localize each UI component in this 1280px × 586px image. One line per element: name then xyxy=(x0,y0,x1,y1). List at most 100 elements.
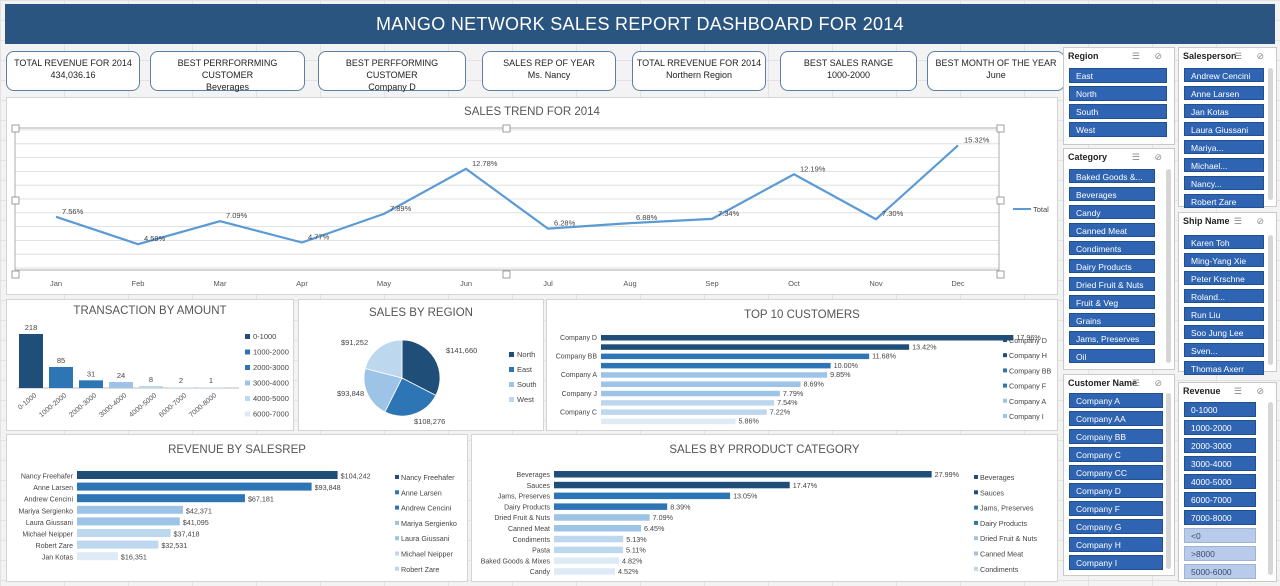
trend-data-label: 12.78% xyxy=(472,159,498,168)
slicer-filter-icon[interactable]: ☰ ⊘ xyxy=(1234,51,1270,62)
slicer-filter-icon[interactable]: ☰ ⊘ xyxy=(1132,152,1168,163)
slicer-item[interactable]: <0 xyxy=(1184,528,1256,543)
top-data-label: 7.79% xyxy=(783,389,804,398)
slicer-item[interactable]: Soo Jung Lee xyxy=(1184,325,1264,339)
slicer-item[interactable]: Thomas Axerr xyxy=(1184,361,1264,375)
slicer-item[interactable]: Dairy Products xyxy=(1069,259,1155,273)
top-bar xyxy=(601,372,828,378)
rep-y-tick: Michael Neipper xyxy=(22,532,73,539)
trend-data-label: 12.19% xyxy=(800,164,826,173)
slicer-item[interactable]: Jan Kotas xyxy=(1184,104,1264,118)
category-panel[interactable]: SALES BY PRRODUCT CATEGORY 27.99% Beverag… xyxy=(471,434,1058,582)
cat-bar xyxy=(554,514,650,521)
tx-legend-label: 3000-4000 xyxy=(253,379,289,388)
slicer-filter-icon[interactable]: ☰ ⊘ xyxy=(1132,378,1168,389)
slicer-item[interactable]: Anne Larsen xyxy=(1184,86,1264,100)
slicer-item[interactable]: Company I xyxy=(1069,555,1163,570)
slicer-item[interactable]: 6000-7000 xyxy=(1184,492,1256,507)
region-panel[interactable]: SALES BY REGION $141,660 $108,276 $93,848 $… xyxy=(298,299,544,431)
slicer-item[interactable]: Oil xyxy=(1069,349,1155,363)
sales-trend-panel[interactable]: SALES TREND FOR 2014 7.56% Jan 4.59% Feb 7.0… xyxy=(6,97,1058,295)
transaction-panel[interactable]: TRANSACTION BY AMOUNT 218 0-1000 85 1000-20… xyxy=(6,299,294,431)
slicer-scrollbar[interactable] xyxy=(1166,393,1171,569)
slicer-filter-icon[interactable]: ☰ ⊘ xyxy=(1234,216,1270,227)
kpi-label: BEST PERRFORRMING CUSTOMER xyxy=(177,58,278,80)
slicer-item[interactable]: Andrew Cencini xyxy=(1184,68,1264,82)
slicer-item[interactable]: North xyxy=(1069,86,1167,101)
slicer-item[interactable]: 1000-2000 xyxy=(1184,420,1256,435)
top-data-label: 7.22% xyxy=(770,407,791,416)
kpi-value: Ms. Nancy xyxy=(527,70,571,80)
trend-x-tick: May xyxy=(377,279,391,288)
slicer-item[interactable]: West xyxy=(1069,122,1167,137)
rep-y-tick: Jan Kotas xyxy=(42,555,74,562)
slicer-item[interactable]: Peter Krschne xyxy=(1184,271,1264,285)
slicer-filter-icon[interactable]: ☰ ⊘ xyxy=(1234,386,1270,397)
slicer-item[interactable]: 7000-8000 xyxy=(1184,510,1256,525)
rep-legend-label: Michael Neipper xyxy=(401,550,454,559)
slicer-item[interactable]: 2000-3000 xyxy=(1184,438,1256,453)
slicer-item[interactable]: Company AA xyxy=(1069,411,1163,426)
slicer-title: Ship Name xyxy=(1183,216,1230,226)
slicer-item[interactable]: Sven... xyxy=(1184,343,1264,357)
kpi-card: BEST MONTH OF THE YEAR June xyxy=(927,51,1065,91)
slicer-item[interactable]: Mariya... xyxy=(1184,140,1264,154)
tx-x-tick: 6000-7000 xyxy=(158,392,188,419)
top-bar xyxy=(601,344,910,350)
slicer-item[interactable]: 4000-5000 xyxy=(1184,474,1256,489)
cat-y-tick: Sauces xyxy=(527,483,551,490)
slicer-item[interactable]: Fruit & Veg xyxy=(1069,295,1155,309)
slicer-item[interactable]: Company A xyxy=(1069,393,1163,408)
slicer-item[interactable]: Company G xyxy=(1069,519,1163,534)
slicer-item[interactable]: Company H xyxy=(1069,537,1163,552)
slicer-item[interactable]: Candy xyxy=(1069,205,1155,219)
slicer-revenue: Revenue ☰ ⊘ 0-1000 1000-2000 2000-3000 3000-4… xyxy=(1178,382,1277,582)
trend-data-label: 6.28% xyxy=(554,219,576,228)
slicer-item[interactable]: South xyxy=(1069,104,1167,119)
slicer-item[interactable]: Dried Fruit & Nuts xyxy=(1069,277,1155,291)
slicer-item[interactable]: Nancy... xyxy=(1184,176,1264,190)
slicer-item[interactable]: Laura Giussani xyxy=(1184,122,1264,136)
pie-data-label: $141,660 xyxy=(446,346,477,355)
slicer-item[interactable]: Grains xyxy=(1069,313,1155,327)
slicer-item[interactable]: Jams, Preserves xyxy=(1069,331,1155,345)
slicer-scrollbar[interactable] xyxy=(1166,169,1171,363)
cat-y-tick: Candy xyxy=(530,569,551,576)
tx-x-tick: 1000-2000 xyxy=(38,392,68,419)
slicer-item[interactable]: Run Liu xyxy=(1184,307,1264,321)
top-customers-panel[interactable]: TOP 10 CUSTOMERS 17.96% Company D 13.42% 11… xyxy=(546,299,1058,431)
slicer-item[interactable]: Roland... xyxy=(1184,289,1264,303)
trend-data-label: 4.77% xyxy=(308,233,330,242)
dashboard-title: MANGO NETWORK SALES REPORT DASHBOARD FOR… xyxy=(5,4,1275,44)
salesrep-panel[interactable]: REVENUE BY SALESREP $104,242 Nancy Freeha… xyxy=(6,434,468,582)
slicer-item[interactable]: Ming-Yang Xie xyxy=(1184,253,1264,267)
rep-data-label: $32,531 xyxy=(161,541,187,550)
slicer-item[interactable]: Robert Zare xyxy=(1184,194,1264,208)
region-chart: $141,660 $108,276 $93,848 $91,252 North East S… xyxy=(337,338,537,426)
slicer-item[interactable]: Canned Meat xyxy=(1069,223,1155,237)
slicer-item[interactable]: 5000-6000 xyxy=(1184,564,1256,579)
slicer-item[interactable]: East xyxy=(1069,68,1167,83)
slicer-item[interactable]: Company D xyxy=(1069,483,1163,498)
slicer-item[interactable]: Karen Toh xyxy=(1184,235,1264,249)
slicer-item[interactable]: Company F xyxy=(1069,501,1163,516)
slicer-scrollbar[interactable] xyxy=(1268,402,1273,575)
slicer-item[interactable]: 0-1000 xyxy=(1184,402,1256,417)
slicer-item[interactable]: Company C xyxy=(1069,447,1163,462)
selection-handle xyxy=(996,124,1005,133)
trend-x-tick: Sep xyxy=(705,279,718,288)
tx-data-label: 218 xyxy=(25,323,38,332)
slicer-scrollbar[interactable] xyxy=(1268,235,1273,365)
slicer-scrollbar[interactable] xyxy=(1268,68,1273,200)
slicer-item[interactable]: Michael... xyxy=(1184,158,1264,172)
top-legend-swatch xyxy=(1003,383,1007,388)
trend-data-label: 15.32% xyxy=(964,135,990,144)
slicer-item[interactable]: Condiments xyxy=(1069,241,1155,255)
slicer-filter-icon[interactable]: ☰ ⊘ xyxy=(1132,51,1168,62)
slicer-item[interactable]: Baked Goods &... xyxy=(1069,169,1155,183)
slicer-item[interactable]: >8000 xyxy=(1184,546,1256,561)
slicer-item[interactable]: Company BB xyxy=(1069,429,1163,444)
slicer-item[interactable]: Beverages xyxy=(1069,187,1155,201)
slicer-item[interactable]: 3000-4000 xyxy=(1184,456,1256,471)
slicer-item[interactable]: Company CC xyxy=(1069,465,1163,480)
